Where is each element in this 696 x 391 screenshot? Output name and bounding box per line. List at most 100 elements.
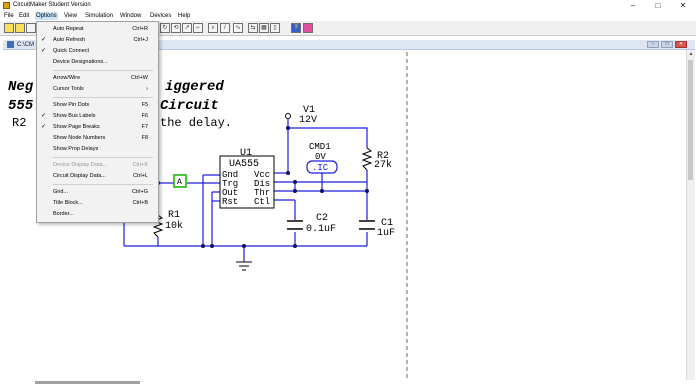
horizontal-scroll-thumb[interactable] [35, 381, 140, 384]
menu-simulation[interactable]: Simulation [84, 12, 114, 20]
save-icon[interactable] [26, 23, 36, 33]
help-icon[interactable]: ? [291, 23, 301, 33]
menu-view[interactable]: View [63, 12, 78, 20]
menu-item-show-page-breaks[interactable]: ✓ Show Page Breaks F7 [37, 122, 158, 133]
u1-name: U1 [240, 148, 252, 159]
doc-minimize-button[interactable]: – [647, 41, 659, 48]
ground-icon [236, 261, 252, 271]
menu-item-label: Arrow/Wire [53, 75, 81, 81]
menu-item-label: Device Designations... [53, 59, 108, 65]
menu-devices[interactable]: Devices [149, 12, 172, 20]
menu-item-cursor-tools[interactable]: Cursor Tools › [37, 84, 158, 95]
schematic-title-1a: Neg [8, 79, 34, 95]
menu-separator [53, 157, 153, 158]
check-icon: ✓ [41, 113, 47, 119]
document-icon [7, 41, 14, 48]
probe-icon[interactable]: ↗ [182, 23, 192, 33]
menu-window[interactable]: Window [119, 12, 142, 20]
c2-value: 0.1uF [306, 224, 336, 235]
menu-separator [53, 184, 153, 185]
document-title: C:\CM [17, 42, 34, 48]
rotate-icon[interactable]: ↻ [160, 23, 170, 33]
menu-item-device-display-data: Device Display Data... Ctrl+K [37, 160, 158, 171]
close-button[interactable]: ✕ [672, 0, 694, 11]
text-icon[interactable]: / [220, 23, 230, 33]
menu-item-auto-refresh[interactable]: ✓ Auto Refresh Ctrl+J [37, 35, 158, 46]
menu-item-show-bus-labels[interactable]: ✓ Show Bus Labels F6 [37, 111, 158, 122]
mirror-icon[interactable]: ⟲ [171, 23, 181, 33]
v1-value: 12V [299, 115, 317, 126]
menu-item-label: Show Prop Delays [53, 146, 99, 152]
menu-item-label: Auto Repeat [53, 26, 84, 32]
menu-item-grid[interactable]: Grid... Ctrl+G [37, 187, 158, 198]
menu-item-shortcut: F5 [141, 102, 148, 108]
step-icon[interactable]: ⇆ [248, 23, 258, 33]
menu-separator [53, 70, 153, 71]
check-icon: ✓ [41, 37, 47, 43]
u1-pin-ctl: Ctl [254, 197, 270, 207]
color-icon[interactable] [303, 23, 313, 33]
maximize-button[interactable]: □ [647, 0, 669, 11]
u1-part: UA555 [229, 159, 259, 170]
menu-edit[interactable]: Edit [18, 12, 30, 20]
doc-restore-button[interactable]: □ [661, 41, 673, 48]
menu-item-title-block[interactable]: Title Block... Ctrl+B [37, 198, 158, 209]
menu-bar: File Edit Options View Simulation Window… [0, 11, 696, 21]
menu-item-shortcut: Ctrl+G [131, 189, 148, 195]
menu-item-label: Auto Refresh [53, 37, 86, 43]
r2-value: 27k [374, 159, 392, 171]
zoom-icon[interactable]: ⌕ [208, 23, 218, 33]
schematic-title-1b: iggered [165, 79, 224, 95]
title-bar: CircuitMaker Student Version – □ ✕ [0, 0, 696, 11]
menu-item-arrow-wire[interactable]: Arrow/Wire Ctrl+W [37, 73, 158, 84]
menu-item-device-designations[interactable]: Device Designations... [37, 57, 158, 68]
app-icon [3, 2, 10, 9]
check-icon: ✓ [41, 124, 47, 130]
waveform-icon[interactable]: ∿ [233, 23, 243, 33]
menu-item-show-pin-dots[interactable]: Show Pin Dots F5 [37, 100, 158, 111]
menu-item-shortcut: F8 [141, 135, 148, 141]
run-icon[interactable]: ▦ [259, 23, 269, 33]
menu-item-label: Show Pin Dots [53, 102, 90, 108]
menu-item-label: Device Display Data... [53, 162, 108, 168]
window-title: CircuitMaker Student Version [13, 2, 91, 8]
menu-item-show-node-numbers[interactable]: Show Node Numbers F8 [37, 133, 158, 144]
menu-item-shortcut: Ctrl+K [132, 162, 148, 168]
menu-item-label: Grid... [53, 189, 68, 195]
vertical-scrollbar[interactable]: ▲ [686, 50, 695, 380]
open-icon[interactable] [15, 23, 25, 33]
menu-item-shortcut: Ctrl+L [133, 173, 148, 179]
submenu-arrow-icon: › [146, 86, 148, 92]
menu-item-label: Border... [53, 211, 74, 217]
menu-item-shortcut: F6 [141, 113, 148, 119]
menu-file[interactable]: File [3, 12, 15, 20]
v1-terminal[interactable] [285, 113, 291, 119]
wire-icon[interactable]: ⌐ [193, 23, 203, 33]
cmd1-ic: .IC [312, 163, 329, 173]
scroll-up-icon[interactable]: ▲ [688, 51, 694, 57]
vertical-scroll-thumb[interactable] [688, 60, 693, 180]
menu-item-label: Show Bus Labels [53, 113, 96, 119]
options-menu: Auto Repeat Ctrl+R ✓ Auto Refresh Ctrl+J… [36, 21, 159, 223]
menu-help[interactable]: Help [177, 12, 191, 20]
menu-item-label: Cursor Tools [53, 86, 84, 92]
schematic-subtitle-b: the delay. [160, 116, 232, 130]
minimize-button[interactable]: – [622, 0, 644, 11]
new-icon[interactable] [4, 23, 14, 33]
menu-item-shortcut: Ctrl+W [131, 75, 148, 81]
check-icon: ✓ [41, 48, 47, 54]
menu-item-show-prop-delays[interactable]: Show Prop Delays [37, 144, 158, 155]
doc-close-button[interactable]: ✕ [675, 41, 687, 48]
menu-item-quick-connect[interactable]: ✓ Quick Connect [37, 46, 158, 57]
menu-options[interactable]: Options [35, 12, 58, 20]
menu-item-auto-repeat[interactable]: Auto Repeat Ctrl+R [37, 24, 158, 35]
menu-item-circuit-display-data[interactable]: Circuit Display Data... Ctrl+L [37, 171, 158, 182]
menu-item-label: Title Block... [53, 200, 83, 206]
c1-value: 1uF [377, 228, 395, 239]
r2-resistor[interactable] [361, 147, 373, 171]
cmd1-name: CMD1 [309, 142, 331, 152]
stop-icon[interactable]: ▯ [270, 23, 280, 33]
menu-item-border[interactable]: Border... [37, 209, 158, 220]
menu-item-label: Show Node Numbers [53, 135, 106, 141]
menu-item-shortcut: Ctrl+R [132, 26, 148, 32]
